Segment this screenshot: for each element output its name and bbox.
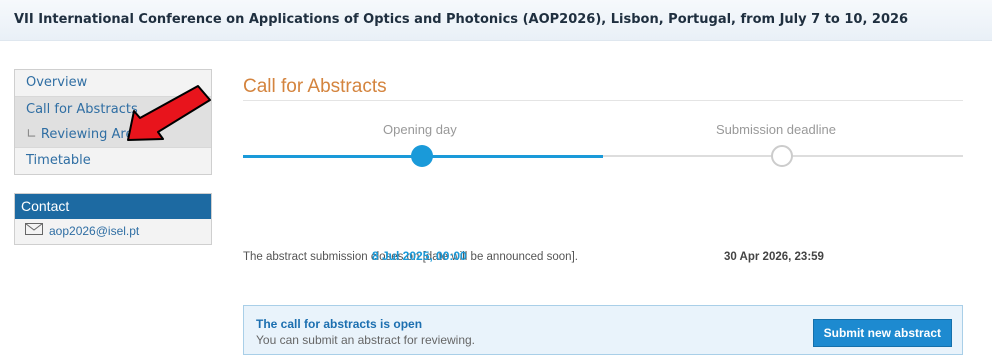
status-subtitle: You can submit an abstract for reviewing… (256, 333, 476, 347)
title-divider (243, 100, 963, 101)
menu-item-timetable[interactable]: Timetable (15, 148, 211, 174)
opening-date: 8 Jul 2025, 00:00 (372, 249, 467, 263)
status-title: The call for abstracts is open (256, 317, 423, 331)
conference-title: VII International Conference on Applicat… (14, 12, 909, 27)
page-title: Call for Abstracts (243, 76, 387, 97)
conference-banner: VII International Conference on Applicat… (0, 0, 992, 41)
opening-day-label: Opening day (383, 122, 457, 137)
deadline-date: 30 Apr 2026, 23:59 (724, 251, 824, 263)
sub-item-corner-icon: ∟ (26, 127, 37, 142)
envelope-icon (25, 219, 43, 244)
contact-email-link[interactable]: aop2026@isel.pt (49, 224, 139, 238)
red-arrow-annotation (127, 85, 211, 141)
submission-deadline-marker (771, 145, 793, 167)
opening-day-marker (411, 145, 433, 167)
submission-deadline-label: Submission deadline (716, 122, 836, 137)
contact-box: Contact aop2026@isel.pt (14, 193, 212, 245)
contact-email-row[interactable]: aop2026@isel.pt (15, 219, 211, 244)
call-status-box: The call for abstracts is open You can s… (243, 305, 963, 355)
contact-heading: Contact (15, 194, 211, 219)
submit-abstract-button[interactable]: Submit new abstract (812, 319, 952, 347)
